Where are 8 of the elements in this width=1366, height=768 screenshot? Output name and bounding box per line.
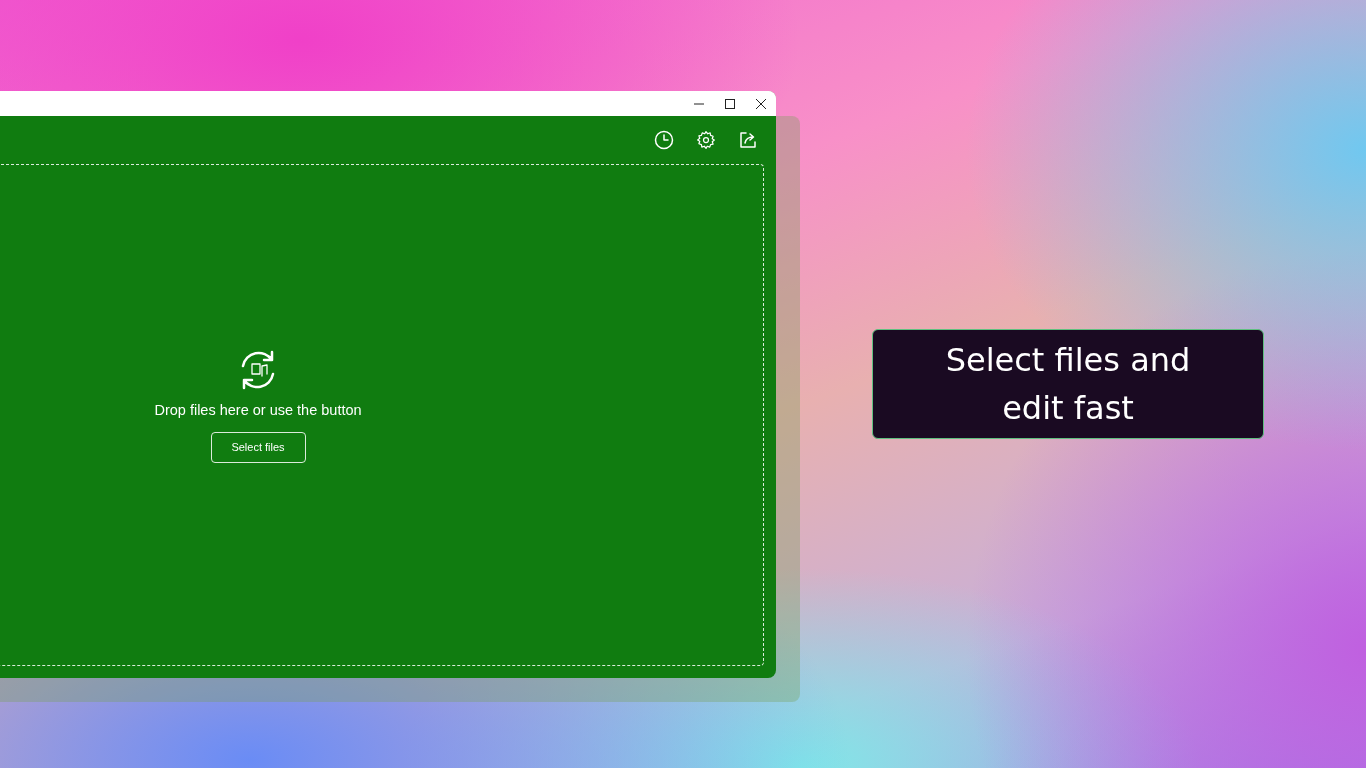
drop-instruction: Drop files here or use the button	[154, 401, 362, 418]
drop-zone[interactable]: Drop files here or use the button Select files	[0, 164, 764, 666]
settings-icon[interactable]	[694, 128, 718, 152]
maximize-icon	[724, 98, 735, 109]
select-files-button[interactable]: Select files	[210, 431, 306, 463]
caption-text: Select files and edit fast	[944, 340, 1192, 429]
close-icon	[755, 98, 766, 109]
clock-icon[interactable]	[652, 128, 676, 152]
